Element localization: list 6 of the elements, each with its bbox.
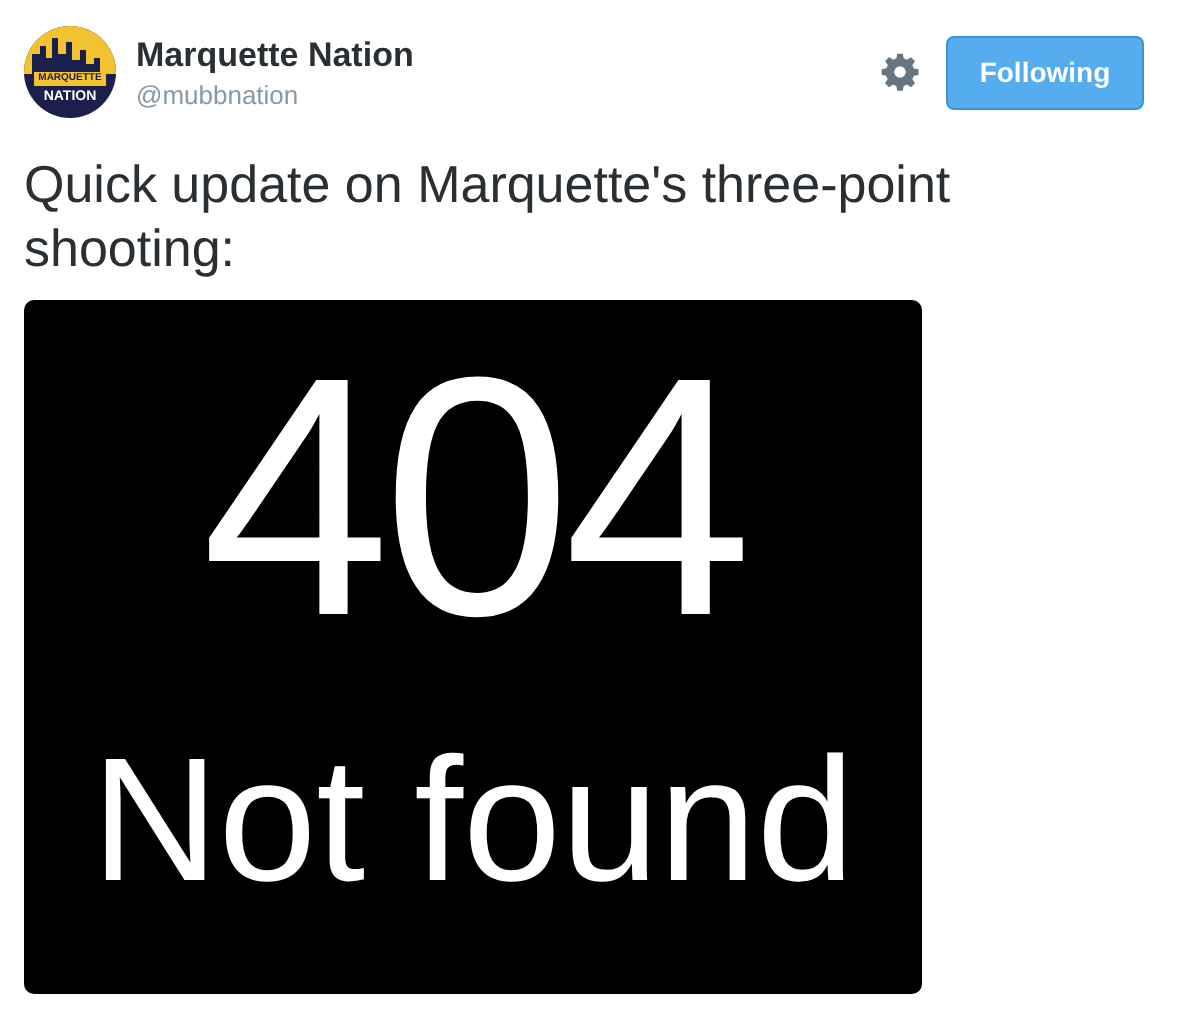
- error-message: Not found: [91, 720, 855, 920]
- error-code: 404: [201, 328, 745, 668]
- account-name[interactable]: Marquette Nation: [136, 35, 414, 75]
- tweet-image[interactable]: 404 Not found: [24, 300, 922, 994]
- settings-icon[interactable]: [880, 52, 920, 92]
- tweet-text: Quick update on Marquette's three-point shooting:: [24, 152, 953, 280]
